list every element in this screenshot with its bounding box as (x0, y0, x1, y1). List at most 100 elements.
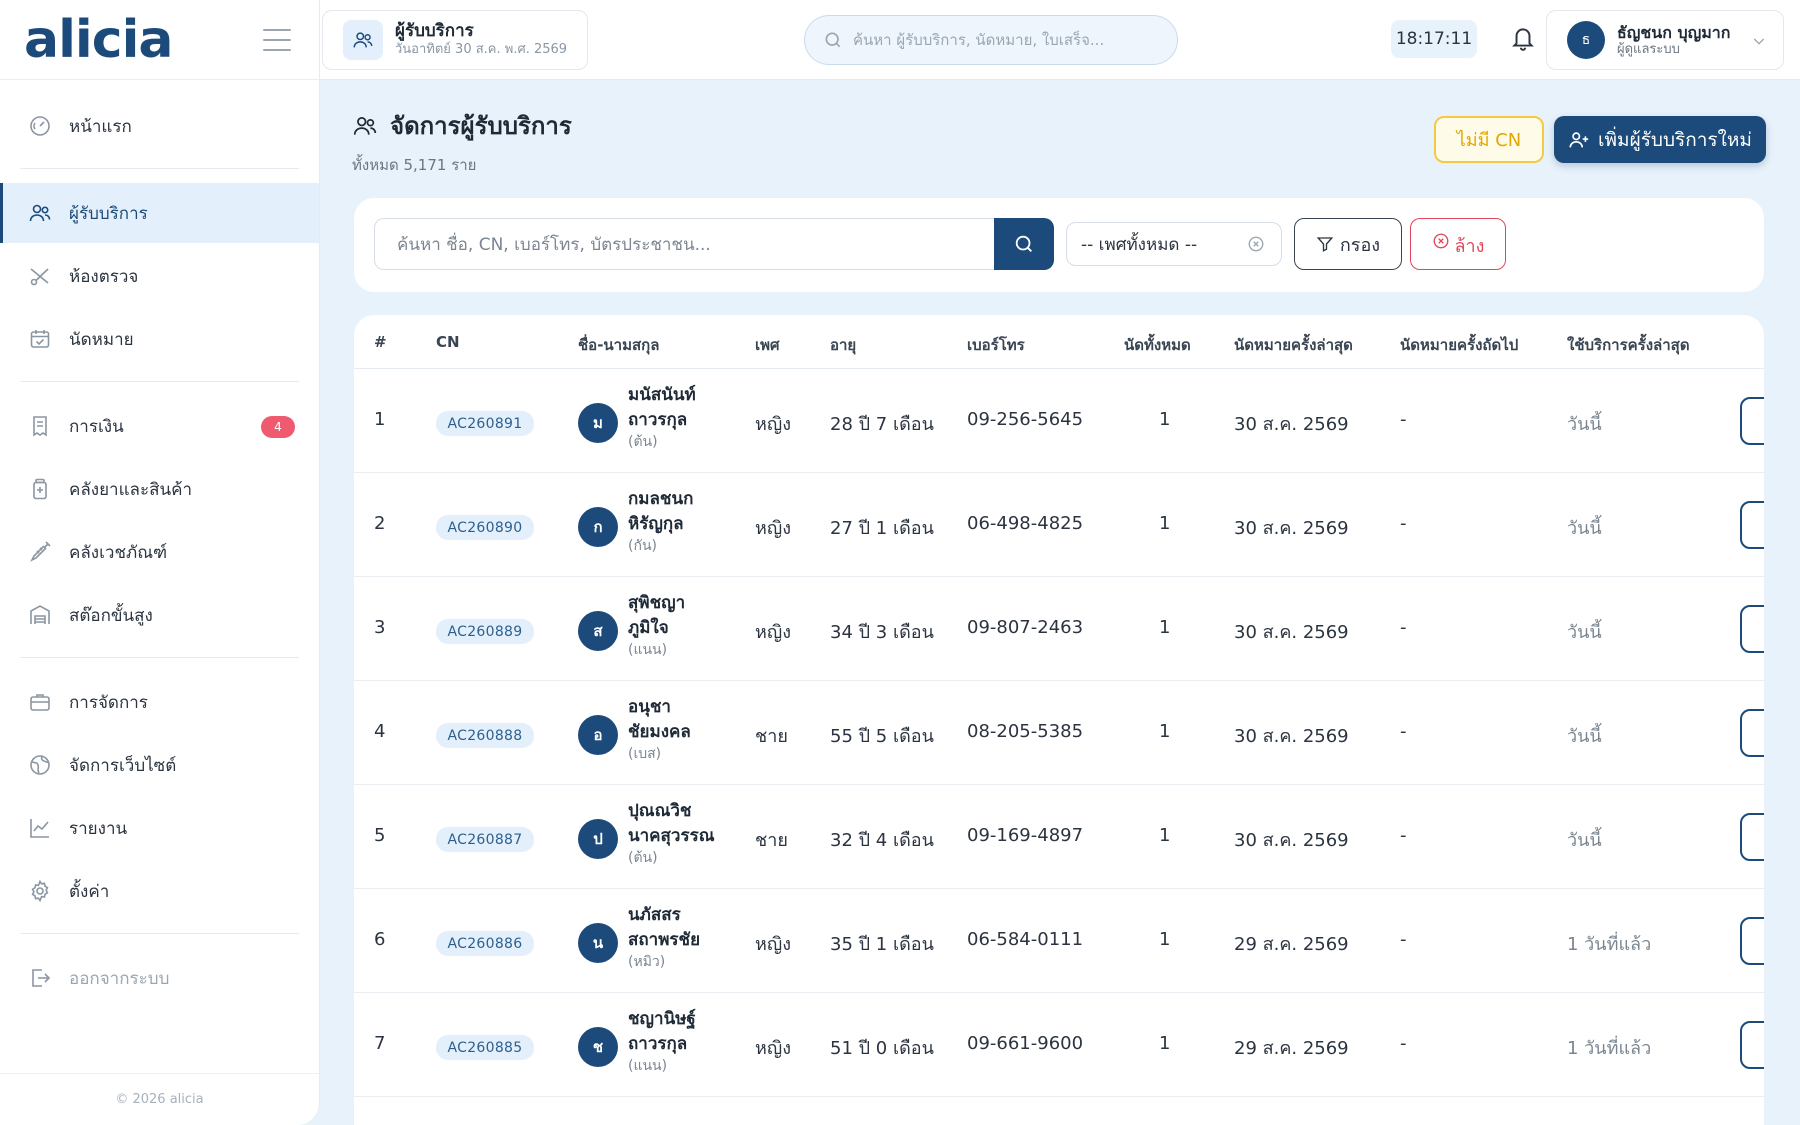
row-action-button[interactable] (1740, 397, 1764, 445)
add-client-button[interactable]: เพิ่มผู้รับบริการใหม่ (1554, 116, 1766, 163)
sidebar-item-appointments[interactable]: นัดหมาย (0, 309, 319, 369)
menu-toggle-icon[interactable] (263, 28, 291, 51)
sidebar-item-logout[interactable]: ออกจากระบบ (0, 948, 319, 1008)
client-name[interactable]: อนุชา ชัยมงคล (เบส) (628, 695, 691, 765)
col-header-name: ชื่อ-นามสกุล (578, 336, 660, 354)
last-service: วันนี้ (1567, 622, 1602, 643)
cn-badge[interactable]: AC260891 (436, 411, 534, 436)
first-name: กมลชนก (628, 489, 694, 509)
sidebar-item-label: การจัดการ (69, 692, 148, 713)
copyright-footer: © 2026 alicia (0, 1073, 319, 1125)
last-appointment: 30 ส.ค. 2569 (1234, 518, 1349, 539)
sidebar-item-exam-room[interactable]: ห้องตรวจ (0, 246, 319, 306)
client-name[interactable]: ปุณณวิช นาคสุวรรณ (ต้น) (628, 799, 715, 869)
sidebar-item-home[interactable]: หน้าแรก (0, 96, 319, 156)
funnel-icon (1316, 235, 1334, 253)
cn-badge[interactable]: AC260886 (436, 931, 534, 956)
gender: ชาย (755, 726, 788, 747)
clear-filters-button[interactable]: ล้าง (1410, 218, 1506, 270)
col-header-next-appt: นัดหมายครั้งถัดไป (1400, 336, 1519, 354)
age: 35 ปี 1 เดือน (830, 934, 934, 955)
nickname: (ต้น) (628, 850, 658, 867)
col-header-total-appts: นัดทั้งหมด (1124, 336, 1191, 354)
sidebar-item-pharmacy[interactable]: คลังยาและสินค้า (0, 459, 319, 519)
sidebar-item-settings[interactable]: ตั้งค่า (0, 861, 319, 921)
table-body: 1 AC260891 ม มนัสนันท์ ถาวรกุล (ต้น) หญิง 28 ปี… (354, 369, 1764, 1097)
client-name[interactable]: นภัสสรสถาพรชัย (หมิว) (628, 903, 700, 973)
phone: 09-169-4897 (967, 825, 1084, 846)
row-action-button[interactable] (1740, 709, 1764, 757)
client-name[interactable]: กมลชนก หิรัญกุล (กัน) (628, 487, 693, 557)
sidebar-item-medical-supplies[interactable]: คลังเวชภัณฑ์ (0, 522, 319, 582)
gender: ชาย (755, 830, 788, 851)
close-circle-icon (1432, 232, 1450, 250)
client-name[interactable]: สุพิชญา ภูมิใจ (แนน) (628, 591, 685, 661)
table-row[interactable]: 4 AC260888 อ อนุชา ชัยมงคล (เบส) ชาย 55 ปี 5 เด… (354, 681, 1764, 785)
search-icon (823, 30, 843, 50)
gender-select[interactable]: -- เพศทั้งหมด -- (1066, 222, 1282, 266)
row-action-button[interactable] (1740, 605, 1764, 653)
row-action-button[interactable] (1740, 501, 1764, 549)
table-row[interactable]: 7 AC260885 ช ชญานิษฐ์ ถาวรกุล (แนน) หญิง 51 ปี … (354, 993, 1764, 1097)
row-action-button[interactable] (1740, 1021, 1764, 1069)
sidebar-item-label: นัดหมาย (69, 329, 134, 350)
nav-divider (20, 381, 299, 382)
sidebar-item-reports[interactable]: รายงาน (0, 798, 319, 858)
nickname: (เบส) (628, 746, 662, 763)
last-appointment: 29 ส.ค. 2569 (1234, 934, 1349, 955)
avatar: ส (578, 611, 618, 651)
row-action-button[interactable] (1740, 813, 1764, 861)
sidebar-item-label: ผู้รับบริการ (69, 203, 148, 224)
last-name: ภูมิใจ (628, 617, 669, 638)
users-icon (28, 201, 52, 225)
add-client-label: เพิ่มผู้รับบริการใหม่ (1598, 128, 1752, 151)
table-row[interactable]: 5 AC260887 ป ปุณณวิช นาคสุวรรณ (ต้น) ชาย 32 ปี … (354, 785, 1764, 889)
page-header: จัดการผู้รับบริการ ทั้งหมด 5,171 ราย (352, 106, 572, 177)
clear-label: ล้าง (1454, 236, 1485, 257)
next-appointment: - (1400, 721, 1407, 742)
age: 55 ปี 5 เดือน (830, 726, 934, 747)
user-menu[interactable]: ธ ธัญชนก บุญมาก ผู้ดูแลระบบ (1546, 10, 1784, 70)
row-action-button[interactable] (1740, 917, 1764, 965)
nickname: (ต้น) (628, 434, 658, 451)
sidebar-item-finance[interactable]: การเงิน 4 (0, 396, 319, 456)
users-icon (343, 20, 383, 60)
table-row[interactable]: 3 AC260889 ส สุพิชญา ภูมิใจ (แนน) หญิง 34 ปี 3 … (354, 577, 1764, 681)
last-service: วันนี้ (1567, 518, 1602, 539)
sidebar-item-advanced-stock[interactable]: สต๊อกขั้นสูง (0, 585, 319, 645)
table-row[interactable]: 1 AC260891 ม มนัสนันท์ ถาวรกุล (ต้น) หญิง 28 ปี… (354, 369, 1764, 473)
clear-selection-icon[interactable] (1247, 235, 1265, 253)
row-index: 4 (374, 721, 386, 742)
cn-badge[interactable]: AC260885 (436, 1035, 534, 1060)
no-cn-button[interactable]: ไม่มี CN (1434, 116, 1544, 163)
bell-icon[interactable] (1510, 24, 1536, 52)
search-button[interactable] (994, 218, 1054, 270)
cn-badge[interactable]: AC260890 (436, 515, 534, 540)
gender: หญิง (755, 518, 791, 539)
cn-badge[interactable]: AC260889 (436, 619, 534, 644)
total-appointments: 1 (1159, 1033, 1171, 1054)
sidebar-item-clients[interactable]: ผู้รับบริการ (0, 183, 319, 243)
filter-button[interactable]: กรอง (1294, 218, 1402, 270)
sidebar-item-website[interactable]: จัดการเว็บไซต์ (0, 735, 319, 795)
global-search-input[interactable]: ค้นหา ผู้รับบริการ, นัดหมาย, ใบเสร็จ... (804, 15, 1178, 65)
cn-badge[interactable]: AC260888 (436, 723, 534, 748)
last-name: สถาพรชัย (628, 929, 701, 950)
client-name[interactable]: ชญานิษฐ์ ถาวรกุล (แนน) (628, 1007, 696, 1077)
table-row[interactable]: 2 AC260890 ก กมลชนก หิรัญกุล (กัน) หญิง 27 ปี 1… (354, 473, 1764, 577)
first-name: นภัสสร (628, 905, 681, 925)
globe-icon (28, 753, 52, 777)
row-index: 2 (374, 513, 386, 534)
app-logo[interactable]: alicia (24, 14, 173, 66)
table-row[interactable]: 6 AC260886 น นภัสสร สถาพรชัย (หมิว) หญิง 35 ปี … (354, 889, 1764, 993)
gender: หญิง (755, 622, 791, 643)
cn-badge[interactable]: AC260887 (436, 827, 534, 852)
client-name[interactable]: มนัสนันท์ ถาวรกุล (ต้น) (628, 383, 696, 453)
nickname: (หมิว) (628, 954, 666, 971)
sidebar-item-label: ออกจากระบบ (69, 968, 170, 989)
users-icon (352, 113, 378, 139)
sidebar-item-management[interactable]: การจัดการ (0, 672, 319, 732)
gender: หญิง (755, 934, 791, 955)
next-appointment: - (1400, 929, 1407, 950)
client-search-input[interactable]: ค้นหา ชื่อ, CN, เบอร์โทร, บัตรประชาชน... (374, 218, 996, 270)
